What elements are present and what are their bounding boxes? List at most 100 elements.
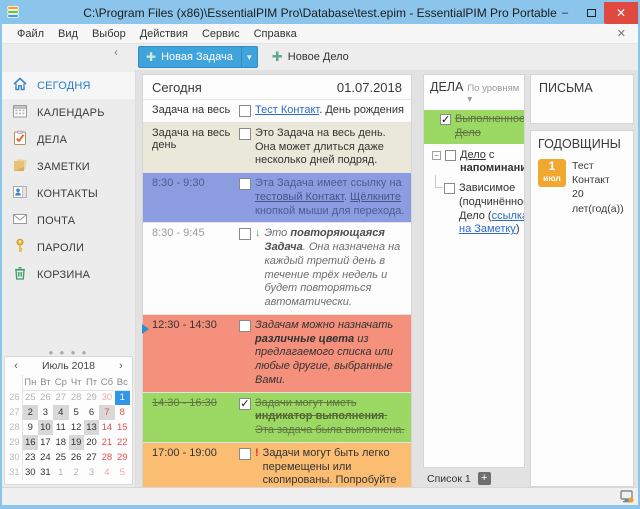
- task-checkbox[interactable]: [239, 320, 251, 332]
- task-checkbox[interactable]: [239, 128, 251, 140]
- tree-collapse-icon[interactable]: −: [432, 151, 441, 160]
- calendar-day[interactable]: 9: [22, 420, 37, 435]
- sidebar-item-home[interactable]: СЕГОДНЯ: [2, 72, 135, 99]
- calendar-day[interactable]: 26: [69, 450, 84, 465]
- calendar-day[interactable]: 7: [99, 405, 114, 420]
- calendar-day[interactable]: 26: [38, 390, 53, 405]
- menu-service[interactable]: Сервис: [195, 26, 247, 42]
- calendar-day[interactable]: 15: [115, 420, 130, 435]
- todo-list-tab[interactable]: Список 1: [427, 473, 471, 485]
- todo-checkbox[interactable]: [440, 114, 451, 125]
- calendar-day[interactable]: 24: [38, 450, 53, 465]
- task-row[interactable]: 8:30 - 9:45↓Это повторяющаяся Задача. Он…: [143, 223, 411, 315]
- task-row[interactable]: 17:00 - 19:00!Задачи могут быть легко пе…: [143, 443, 411, 487]
- calendar-day[interactable]: 21: [99, 435, 114, 450]
- task-checkbox[interactable]: [239, 178, 251, 190]
- calendar-day[interactable]: 2: [22, 405, 37, 420]
- calendar-day[interactable]: 17: [38, 435, 53, 450]
- inline-link[interactable]: Тест Контакт: [255, 104, 319, 116]
- calendar-day[interactable]: 30: [22, 465, 37, 480]
- calendar-dow-label: Пн: [22, 375, 37, 390]
- new-todo-button[interactable]: ✚ Новое Дело: [272, 49, 349, 65]
- maximize-button[interactable]: [578, 2, 604, 24]
- calendar-next-button[interactable]: ›: [116, 360, 126, 372]
- calendar-day[interactable]: 23: [22, 450, 37, 465]
- task-row[interactable]: 14:30 - 16:30Задачи могут иметь индикато…: [143, 393, 411, 443]
- inline-link[interactable]: тестовый Контакт: [255, 191, 344, 203]
- menu-view[interactable]: Вид: [51, 26, 85, 42]
- menu-select[interactable]: Выбор: [85, 26, 133, 42]
- sidebar-item-notes[interactable]: ЗАМЕТКИ: [2, 153, 135, 180]
- sidebar-item-contacts[interactable]: КОНТАКТЫ: [2, 180, 135, 207]
- sidebar-item-key[interactable]: ПАРОЛИ: [2, 234, 135, 261]
- calendar-day[interactable]: 4: [53, 405, 68, 420]
- calendar-prev-button[interactable]: ‹: [11, 360, 21, 372]
- calendar-day[interactable]: 19: [69, 435, 84, 450]
- task-row[interactable]: Задача на весь деньЭто Задача на весь де…: [143, 123, 411, 173]
- calendar-day[interactable]: 6: [84, 405, 99, 420]
- new-task-dropdown-button[interactable]: ▼: [241, 47, 257, 67]
- sidebar-item-todo-clipboard[interactable]: ДЕЛА: [2, 126, 135, 153]
- calendar-day[interactable]: 1: [115, 390, 130, 405]
- todo-view-dropdown[interactable]: По уровням ▾: [467, 83, 521, 105]
- task-checkbox[interactable]: [239, 228, 251, 240]
- task-row[interactable]: 12:30 - 14:30Задачам можно назначать раз…: [143, 315, 411, 393]
- add-list-button[interactable]: +: [478, 472, 491, 485]
- sidebar-splitter[interactable]: ● ● ● ●: [2, 348, 135, 356]
- calendar-day[interactable]: 12: [69, 420, 84, 435]
- todo-checkbox[interactable]: [444, 183, 455, 194]
- anniversary-entry[interactable]: 1 июл Тест Контакт 20 лет(год(а)): [538, 159, 626, 216]
- calendar-day[interactable]: 16: [22, 435, 37, 450]
- calendar-day[interactable]: 31: [38, 465, 53, 480]
- calendar-day[interactable]: 30: [99, 390, 114, 405]
- todo-checkbox[interactable]: [445, 150, 456, 161]
- new-task-button[interactable]: ✚ Новая Задача ▼: [138, 46, 258, 68]
- calendar-day[interactable]: 27: [84, 450, 99, 465]
- calendar-day[interactable]: 10: [38, 420, 53, 435]
- inline-link[interactable]: Щёлкните: [350, 191, 401, 203]
- calendar-day[interactable]: 3: [84, 465, 99, 480]
- sidebar-item-calendar[interactable]: КАЛЕНДАРЬ: [2, 99, 135, 126]
- task-checkbox[interactable]: [239, 105, 251, 117]
- task-checkbox[interactable]: [239, 448, 251, 460]
- sync-status-icon[interactable]: [618, 490, 634, 503]
- calendar-day[interactable]: 18: [53, 435, 68, 450]
- menubar-close-icon[interactable]: ✕: [613, 27, 630, 40]
- menu-actions[interactable]: Действия: [133, 26, 195, 42]
- todo-item[interactable]: Выполненное Дело: [424, 110, 524, 144]
- menu-file[interactable]: Файл: [10, 26, 51, 42]
- task-row[interactable]: Задача на весьТест Контакт. День рождени…: [143, 100, 411, 123]
- calendar-day[interactable]: 2: [69, 465, 84, 480]
- calendar-day[interactable]: 29: [84, 390, 99, 405]
- sidebar-item-mail[interactable]: ПОЧТА: [2, 207, 135, 234]
- calendar-day[interactable]: 22: [115, 435, 130, 450]
- calendar-day[interactable]: 8: [115, 405, 130, 420]
- menu-help[interactable]: Справка: [247, 26, 304, 42]
- calendar-day[interactable]: 25: [22, 390, 37, 405]
- calendar-dow-label: Сб: [99, 375, 114, 390]
- calendar-day[interactable]: 28: [69, 390, 84, 405]
- calendar-day[interactable]: 11: [53, 420, 68, 435]
- calendar-day[interactable]: 29: [115, 450, 130, 465]
- calendar-day[interactable]: 27: [53, 390, 68, 405]
- calendar-day[interactable]: 13: [84, 420, 99, 435]
- todo-item[interactable]: −Дело с напоминанием: [430, 146, 521, 180]
- calendar-day[interactable]: 14: [99, 420, 114, 435]
- calendar-day[interactable]: 25: [53, 450, 68, 465]
- sidebar-item-label: ДЕЛА: [37, 134, 67, 146]
- todo-item[interactable]: Зависимое (подчинённое Дело (ссылка на З…: [430, 179, 521, 240]
- calendar-day[interactable]: 5: [69, 405, 84, 420]
- calendar-day[interactable]: 5: [115, 465, 130, 480]
- minimize-button[interactable]: –: [552, 2, 578, 24]
- task-row[interactable]: 8:30 - 9:30Эта Задача имеет ссылку на те…: [143, 173, 411, 223]
- calendar-day[interactable]: 4: [99, 465, 114, 480]
- calendar-day[interactable]: 1: [53, 465, 68, 480]
- close-button[interactable]: ✕: [604, 2, 638, 24]
- collapse-sidebar-button[interactable]: ‹: [114, 45, 118, 59]
- calendar-day[interactable]: 20: [84, 435, 99, 450]
- sidebar-item-trash[interactable]: КОРЗИНА: [2, 261, 135, 288]
- calendar-day[interactable]: 3: [38, 405, 53, 420]
- task-checkbox[interactable]: [239, 398, 251, 410]
- calendar-month-title[interactable]: Июль 2018: [21, 360, 116, 372]
- calendar-day[interactable]: 28: [99, 450, 114, 465]
